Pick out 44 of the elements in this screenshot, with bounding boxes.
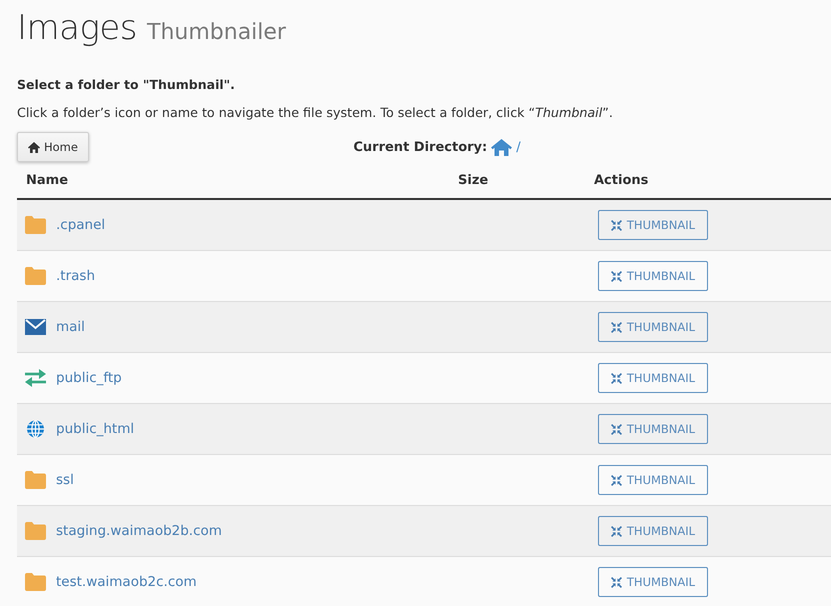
compress-icon (610, 424, 622, 434)
home-icon (28, 142, 40, 152)
globe-icon[interactable] (25, 420, 46, 438)
column-header: Size (458, 172, 488, 188)
home-button[interactable]: Home (17, 132, 89, 162)
thumbnail-button[interactable]: THUMBNAIL (598, 210, 708, 240)
folder-name-link[interactable]: public_html (56, 421, 134, 437)
thumbnail-button[interactable]: THUMBNAIL (598, 312, 708, 342)
column-header: Actions (594, 172, 648, 188)
folder-icon[interactable] (25, 573, 46, 591)
compress-icon (610, 322, 622, 332)
page-title: Images (17, 7, 138, 50)
path-link[interactable]: / (516, 140, 521, 154)
compress-icon (610, 372, 622, 384)
page-subtitle: Thumbnailer (147, 19, 286, 47)
compress-icon (610, 270, 622, 282)
thumbnail-button[interactable]: THUMBNAIL (598, 567, 708, 597)
folder-name-link[interactable]: .cpanel (56, 217, 106, 233)
thumbnail-button[interactable]: THUMBNAIL (598, 261, 708, 291)
thumbnail-button[interactable]: THUMBNAIL (598, 465, 708, 495)
instruction-text: Click a folder’s icon or name to navigate the file system. To select a folder, click “Thumbnail”. (17, 104, 614, 122)
envelope-icon[interactable] (25, 318, 46, 336)
folder-icon[interactable] (25, 267, 46, 285)
folder-name-link[interactable]: .trash (56, 268, 95, 284)
compress-icon (610, 220, 622, 230)
thumbnail-button[interactable]: THUMBNAIL (598, 363, 708, 393)
folder-name-link[interactable]: staging.waimaob2b.com (56, 523, 222, 539)
thumbnail-button[interactable]: THUMBNAIL (598, 516, 708, 546)
folder-icon[interactable] (25, 522, 46, 540)
folder-name-link[interactable]: public_ftp (56, 370, 122, 386)
folder-name-link[interactable]: ssl (56, 472, 74, 488)
instruction-heading: Select a folder to "Thumbnail". (17, 76, 236, 94)
column-header: Name (25, 172, 68, 188)
current-directory-label: Current Directory: (353, 140, 488, 154)
home-icon[interactable] (491, 138, 512, 156)
compress-icon (610, 526, 622, 536)
swap-arrows-icon[interactable] (25, 369, 46, 387)
folder-icon[interactable] (25, 216, 46, 234)
thumbnail-button[interactable]: THUMBNAIL (598, 414, 708, 444)
folder-icon[interactable] (25, 471, 46, 489)
compress-icon (610, 474, 622, 486)
folder-name-link[interactable]: mail (56, 319, 85, 335)
folder-name-link[interactable]: test.waimaob2c.com (56, 574, 197, 590)
compress-icon (610, 576, 622, 588)
